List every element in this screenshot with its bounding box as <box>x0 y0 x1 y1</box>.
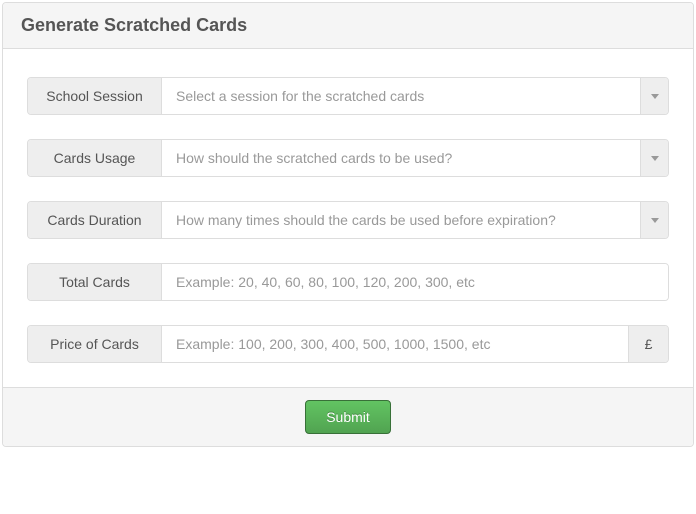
cards-duration-row: Cards Duration How many times should the… <box>27 201 669 239</box>
cards-usage-row: Cards Usage How should the scratched car… <box>27 139 669 177</box>
page-title: Generate Scratched Cards <box>21 15 675 36</box>
cards-duration-select[interactable]: How many times should the cards be used … <box>162 202 668 238</box>
panel-footer: Submit <box>3 387 693 446</box>
school-session-caret[interactable] <box>640 78 668 114</box>
school-session-select[interactable]: Select a session for the scratched cards <box>162 78 668 114</box>
price-of-cards-input[interactable] <box>162 326 628 362</box>
cards-duration-caret[interactable] <box>640 202 668 238</box>
cards-usage-placeholder: How should the scratched cards to be use… <box>162 140 640 176</box>
school-session-row: School Session Select a session for the … <box>27 77 669 115</box>
chevron-down-icon <box>651 218 659 223</box>
school-session-placeholder: Select a session for the scratched cards <box>162 78 640 114</box>
cards-duration-placeholder: How many times should the cards be used … <box>162 202 640 238</box>
cards-usage-caret[interactable] <box>640 140 668 176</box>
chevron-down-icon <box>651 94 659 99</box>
cards-usage-select[interactable]: How should the scratched cards to be use… <box>162 140 668 176</box>
price-of-cards-row: Price of Cards £ <box>27 325 669 363</box>
total-cards-row: Total Cards <box>27 263 669 301</box>
generate-cards-panel: Generate Scratched Cards School Session … <box>2 2 694 447</box>
cards-duration-label: Cards Duration <box>28 202 162 238</box>
submit-button[interactable]: Submit <box>305 400 391 434</box>
total-cards-input[interactable] <box>162 264 668 300</box>
chevron-down-icon <box>651 156 659 161</box>
price-of-cards-label: Price of Cards <box>28 326 162 362</box>
panel-header: Generate Scratched Cards <box>3 3 693 49</box>
panel-body: School Session Select a session for the … <box>3 49 693 387</box>
cards-usage-label: Cards Usage <box>28 140 162 176</box>
total-cards-label: Total Cards <box>28 264 162 300</box>
school-session-label: School Session <box>28 78 162 114</box>
currency-addon: £ <box>628 326 668 362</box>
